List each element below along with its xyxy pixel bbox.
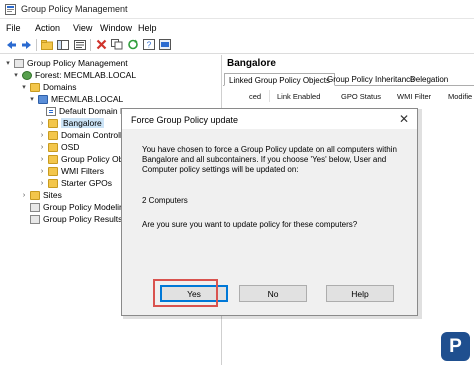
ou-folder-icon — [48, 130, 58, 140]
refresh-icon[interactable] — [126, 38, 140, 51]
tree-item-wmi-filters[interactable]: › WMI Filters — [38, 165, 104, 177]
group-policy-icon — [14, 58, 24, 68]
tree-item-domain[interactable]: ▾ MECMLAB.LOCAL — [28, 93, 123, 105]
tab-group-policy-inheritance[interactable]: Group Policy Inheritance — [323, 73, 419, 86]
details-heading: Bangalore — [227, 58, 276, 69]
window-title-bar: Group Policy Management — [0, 0, 474, 19]
tree-item-group-policy-results[interactable]: Group Policy Results — [20, 213, 122, 225]
tree-item-label: MECMLAB.LOCAL — [51, 94, 124, 104]
ou-folder-icon — [48, 142, 58, 152]
dialog-message: You have chosen to force a Group Policy … — [142, 145, 397, 174]
tree-item-group-policy-objects[interactable]: › Group Policy Ob — [38, 153, 124, 165]
back-arrow-icon[interactable] — [4, 38, 18, 51]
folder-icon — [30, 82, 40, 92]
tree-item-bangalore[interactable]: › Bangalore — [38, 117, 104, 129]
yes-button-highlight — [153, 279, 218, 307]
column-separator[interactable] — [269, 90, 270, 102]
copy-icon[interactable] — [110, 38, 124, 51]
menu-help[interactable]: Help — [138, 23, 157, 33]
menu-window[interactable]: Window — [100, 23, 132, 33]
menu-bar: File Action View Window Help — [0, 20, 474, 36]
dialog-question: Are you sure you want to update policy f… — [142, 220, 358, 229]
folder-icon — [48, 178, 58, 188]
tree-item-forest[interactable]: ▾ Forest: MECMLAB.LOCAL — [12, 69, 136, 81]
properties-icon[interactable] — [73, 38, 87, 51]
tree-item-label: Group Policy Ob — [61, 154, 124, 164]
sites-icon — [30, 190, 40, 200]
help-button[interactable]: Help — [326, 285, 394, 302]
tree-item-label: Sites — [43, 190, 62, 200]
folder-up-icon[interactable] — [40, 38, 54, 51]
column-header-wmi-filter[interactable]: WMI Filter — [397, 92, 431, 101]
menu-file[interactable]: File — [6, 23, 21, 33]
tab-linked-group-policy-objects[interactable]: Linked Group Policy Objects — [224, 73, 335, 86]
console-view-icon[interactable] — [158, 38, 172, 51]
folder-icon — [48, 166, 58, 176]
modeling-icon — [30, 202, 40, 212]
tree-item-domain-controllers[interactable]: › Domain Controll — [38, 129, 122, 141]
column-header-gpo-status[interactable]: GPO Status — [341, 92, 381, 101]
tree-item-label: Group Policy Modeling — [43, 202, 129, 212]
toolbar-separator — [90, 39, 91, 51]
window-title: Group Policy Management — [21, 4, 128, 14]
show-hide-tree-icon[interactable] — [56, 38, 70, 51]
close-icon[interactable]: ✕ — [397, 112, 411, 126]
menu-action[interactable]: Action — [35, 23, 60, 33]
tree-item-group-policy-modeling[interactable]: Group Policy Modeling — [20, 201, 129, 213]
tree-item-group-policy-management[interactable]: ▾ Group Policy Management — [4, 57, 128, 69]
forward-arrow-icon[interactable] — [19, 38, 33, 51]
tree-item-label: WMI Filters — [61, 166, 104, 176]
chevron-right-icon[interactable]: › — [38, 155, 46, 163]
dialog-title-bar: Force Group Policy update ✕ — [122, 109, 417, 129]
toolbar-separator — [36, 39, 37, 51]
chevron-down-icon[interactable]: ▾ — [20, 83, 28, 91]
tree-item-label: Group Policy Results — [43, 214, 123, 224]
chevron-down-icon[interactable]: ▾ — [12, 71, 20, 79]
gpo-link-icon — [46, 106, 56, 116]
dialog-title: Force Group Policy update — [131, 115, 239, 125]
details-tabs: Linked Group Policy Objects Group Policy… — [223, 72, 474, 86]
chevron-down-icon[interactable]: ▾ — [4, 59, 12, 67]
chevron-right-icon[interactable]: › — [38, 179, 46, 187]
tree-item-starter-gpos[interactable]: › Starter GPOs — [38, 177, 112, 189]
menu-view[interactable]: View — [73, 23, 92, 33]
no-button[interactable]: No — [239, 285, 307, 302]
domain-icon — [38, 94, 48, 104]
results-icon — [30, 214, 40, 224]
help-icon[interactable]: ? — [142, 38, 156, 51]
chevron-down-icon[interactable]: ▾ — [28, 95, 36, 103]
tree-item-label: Group Policy Management — [27, 58, 128, 68]
group-policy-app-icon — [5, 4, 16, 15]
tab-delegation[interactable]: Delegation — [406, 73, 452, 86]
tree-item-label: Domain Controll — [61, 130, 122, 140]
tree-item-label: Domains — [43, 82, 77, 92]
svg-text:?: ? — [147, 41, 152, 50]
column-header-modified[interactable]: Modifie — [448, 92, 472, 101]
watermark-logo: P — [441, 332, 470, 361]
toolbar: ? — [0, 36, 474, 54]
chevron-right-icon[interactable]: › — [20, 191, 28, 199]
chevron-right-icon[interactable]: › — [38, 131, 46, 139]
chevron-right-icon[interactable]: › — [38, 119, 46, 127]
ou-folder-icon — [48, 118, 58, 128]
tree-item-sites[interactable]: › Sites — [20, 189, 62, 201]
tree-item-osd[interactable]: › OSD — [38, 141, 80, 153]
tree-item-label: Bangalore — [61, 118, 104, 128]
chevron-right-icon[interactable]: › — [38, 167, 46, 175]
folder-icon — [48, 154, 58, 164]
chevron-right-icon[interactable]: › — [38, 143, 46, 151]
tree-item-label: OSD — [61, 142, 80, 152]
column-header-link-enabled[interactable]: Link Enabled — [277, 92, 320, 101]
computer-count: 2 Computers — [142, 196, 188, 205]
tree-item-label: Forest: MECMLAB.LOCAL — [35, 70, 137, 80]
forest-icon — [22, 70, 32, 80]
delete-icon[interactable] — [94, 38, 108, 51]
tree-item-label: Starter GPOs — [61, 178, 113, 188]
column-header-enforced[interactable]: ced — [249, 92, 261, 101]
tree-item-domains[interactable]: ▾ Domains — [20, 81, 77, 93]
